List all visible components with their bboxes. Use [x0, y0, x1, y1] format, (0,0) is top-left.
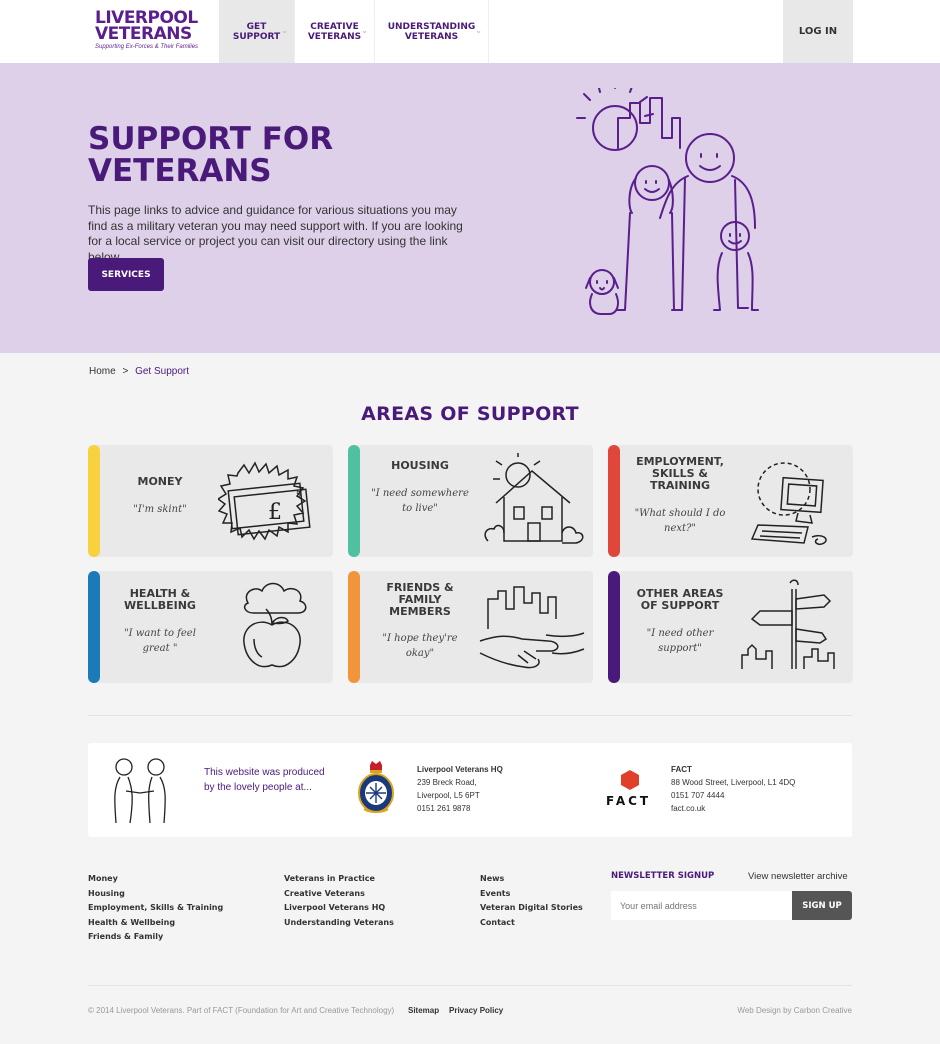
logo-tagline: Supporting Ex-Forces & Their Families — [95, 44, 199, 50]
breadcrumb-current[interactable]: Get Support — [135, 366, 189, 377]
newsletter-email-input[interactable] — [611, 891, 792, 920]
footer-col-support: Money Housing Employment, Skills & Train… — [88, 872, 223, 945]
fact-address: FACT 88 Wood Street, Liverpool, L1 4DQ 0… — [671, 763, 795, 815]
card-title: OTHER AREAS OF SUPPORT — [636, 587, 724, 612]
footer-link[interactable]: News — [480, 872, 583, 887]
breadcrumb-separator: > — [122, 366, 129, 377]
hq-line2: Liverpool, L5 6PT — [417, 791, 480, 800]
veterans-hq-crest-icon[interactable] — [356, 759, 396, 817]
hero-torn-edge — [0, 338, 940, 350]
hero-title: SUPPORT FOR VETERANS — [88, 121, 334, 189]
handshake-icon — [479, 586, 585, 669]
nav-understanding-veterans[interactable]: UNDERSTANDING VETERANS ⌄ — [375, 0, 489, 63]
nav-get-support[interactable]: GET SUPPORT ⌄ — [219, 0, 295, 63]
svg-text:£: £ — [268, 500, 282, 525]
footer-link[interactable]: Events — [480, 887, 583, 902]
signup-button[interactable]: SIGN UP — [792, 891, 852, 920]
footer-link[interactable]: Contact — [480, 916, 583, 931]
footer-link[interactable]: Employment, Skills & Training — [88, 901, 223, 916]
breadcrumb-home[interactable]: Home — [89, 366, 116, 377]
card-title: MONEY — [137, 475, 183, 488]
footer-link[interactable]: Veteran Digital Stories — [480, 901, 583, 916]
fact-line1: 88 Wood Street, Liverpool, L1 4DQ — [671, 778, 796, 787]
card-other-areas[interactable]: OTHER AREAS OF SUPPORT "I need other sup… — [608, 571, 853, 683]
card-housing[interactable]: HOUSING "I need somewhere to live" — [348, 445, 593, 557]
apple-icon — [243, 582, 307, 668]
section-divider — [88, 715, 852, 716]
family-illustration-icon — [576, 88, 759, 315]
fact-hexagon-icon — [621, 770, 639, 790]
footer-col-news: News Events Veteran Digital Stories Cont… — [480, 872, 583, 930]
fact-name[interactable]: FACT — [671, 763, 795, 776]
card-stripe — [348, 571, 360, 683]
card-stripe — [88, 445, 100, 557]
newsletter-title: NEWSLETTER SIGNUP — [611, 871, 715, 881]
services-button[interactable]: SERVICES — [88, 258, 164, 291]
site-header: LIVERPOOL VETERANS Supporting Ex-Forces … — [0, 0, 940, 63]
card-title: HOUSING — [391, 459, 449, 472]
partners-box: This website was produced by the lovely … — [88, 743, 852, 837]
card-friends-family[interactable]: FRIENDS & FAMILY MEMBERS "I hope they're… — [348, 571, 593, 683]
card-stripe — [348, 445, 360, 557]
footer-link[interactable]: Liverpool Veterans HQ — [284, 901, 394, 916]
card-health[interactable]: HEALTH & WELLBEING "I want to feel great… — [88, 571, 333, 683]
fact-logo[interactable]: FACT — [606, 794, 651, 808]
nav-creative-veterans-label: CREATIVE VETERANS — [307, 21, 362, 42]
card-title: HEALTH & WELLBEING — [124, 587, 196, 612]
footer-link[interactable]: Understanding Veterans — [284, 916, 394, 931]
logo-line2: VETERANS — [95, 24, 192, 44]
card-title: FRIENDS & FAMILY MEMBERS — [386, 581, 454, 618]
hero-description: This page links to advice and guidance f… — [88, 203, 463, 264]
newsletter-archive-link[interactable]: View newsletter archive — [748, 871, 848, 882]
card-employment[interactable]: EMPLOYMENT, SKILLS & TRAINING "What shou… — [608, 445, 853, 557]
card-stripe — [88, 571, 100, 683]
nav-understanding-veterans-label: UNDERSTANDING VETERANS — [387, 21, 476, 42]
footer-divider — [88, 985, 852, 986]
login-button[interactable]: LOG IN — [783, 0, 853, 63]
chevron-down-icon: ⌄ — [361, 26, 368, 35]
hq-name[interactable]: Liverpool Veterans HQ — [417, 763, 503, 776]
privacy-policy-link[interactable]: Privacy Policy — [449, 1006, 503, 1015]
card-quote: "I hope they're okay" — [382, 633, 458, 659]
card-quote: "I need other support" — [646, 628, 714, 654]
svg-text:5: 5 — [296, 490, 301, 499]
footer-link[interactable]: Friends & Family — [88, 930, 223, 945]
hq-line1: 239 Breck Road, — [417, 778, 477, 787]
card-money[interactable]: MONEY "I'm skint" £ 5 — [88, 445, 333, 557]
banknote-icon: £ 5 — [218, 461, 311, 541]
designer-credit-link[interactable]: Web Design by Carbon Creative — [737, 1006, 852, 1015]
fact-web[interactable]: fact.co.uk — [671, 802, 795, 815]
card-stripe — [608, 445, 620, 557]
footer-link[interactable]: Creative Veterans — [284, 887, 394, 902]
hq-phone: 0151 261 9878 — [417, 804, 471, 813]
card-quote: "I need somewhere to live" — [371, 488, 469, 514]
sitemap-link[interactable]: Sitemap — [408, 1006, 439, 1015]
chevron-down-icon: ⌄ — [475, 26, 482, 35]
footer-col-veterans: Veterans in Practice Creative Veterans L… — [284, 872, 394, 930]
fact-phone: 0151 707 4444 — [671, 791, 725, 800]
produced-by-text: This website was produced by the lovely … — [204, 767, 325, 793]
hq-address: Liverpool Veterans HQ 239 Breck Road, Li… — [417, 763, 503, 815]
nav-get-support-label: GET SUPPORT — [232, 21, 281, 42]
footer-link[interactable]: Veterans in Practice — [284, 872, 394, 887]
card-quote: "I want to feel great " — [124, 628, 196, 654]
computer-icon — [750, 462, 827, 546]
signpost-icon — [741, 579, 835, 669]
copyright-text: © 2014 Liverpool Veterans. Part of FACT … — [88, 1006, 395, 1015]
house-icon — [484, 453, 584, 544]
card-quote: "What should I do next?" — [634, 508, 726, 534]
breadcrumb: Home > Get Support — [89, 366, 189, 377]
nav-creative-veterans[interactable]: CREATIVE VETERANS ⌄ — [295, 0, 375, 63]
footer-link[interactable]: Health & Wellbeing — [88, 916, 223, 931]
chevron-down-icon: ⌄ — [281, 26, 288, 35]
footer-link[interactable]: Money — [88, 872, 223, 887]
card-quote: "I'm skint" — [133, 504, 187, 515]
areas-title: AREAS OF SUPPORT — [361, 403, 579, 425]
footer-link[interactable]: Housing — [88, 887, 223, 902]
card-stripe — [608, 571, 620, 683]
site-logo[interactable]: LIVERPOOL VETERANS Supporting Ex-Forces … — [95, 10, 199, 54]
card-title: EMPLOYMENT, SKILLS & TRAINING — [636, 455, 724, 492]
two-people-icon — [114, 758, 166, 824]
